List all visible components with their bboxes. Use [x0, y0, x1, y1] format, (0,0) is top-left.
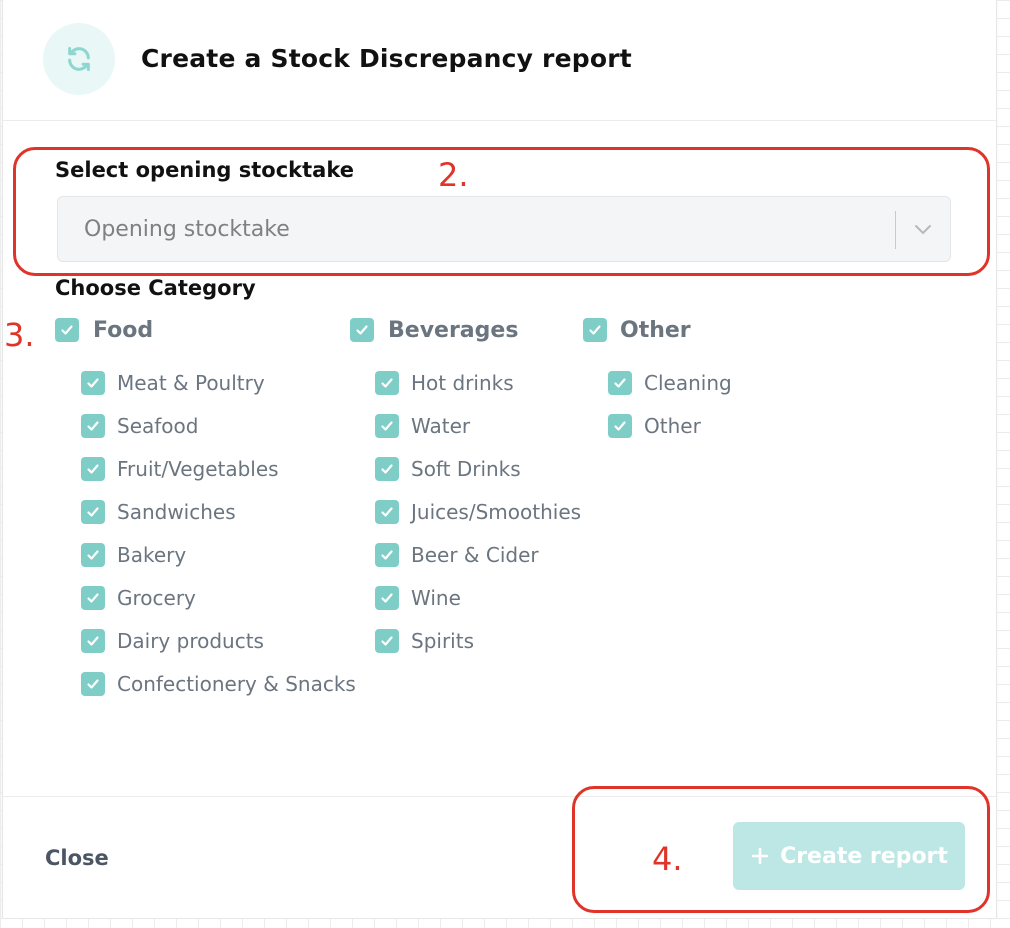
checkbox-juices-smoothies[interactable] [375, 500, 399, 524]
check-icon [614, 378, 626, 388]
check-icon [87, 421, 99, 431]
checkbox-confectionery-snacks[interactable] [81, 672, 105, 696]
annotation-step3: 3. [4, 316, 35, 354]
checkbox-cleaning[interactable] [608, 371, 632, 395]
checkbox-fruit-vegetables[interactable] [81, 457, 105, 481]
annotation-step2: 2. [438, 156, 469, 194]
check-icon [381, 378, 393, 388]
check-icon [381, 550, 393, 560]
create-report-dialog: Create a Stock Discrepancy report Select… [2, 0, 997, 918]
item-water: Water [411, 414, 471, 438]
item-soft-drinks: Soft Drinks [411, 457, 521, 481]
checkbox-bakery[interactable] [81, 543, 105, 567]
checkbox-sandwiches[interactable] [81, 500, 105, 524]
item-wine: Wine [411, 586, 461, 610]
item-beer-cider: Beer & Cider [411, 543, 539, 567]
category-other-label: Other [620, 318, 691, 343]
checkbox-seafood[interactable] [81, 414, 105, 438]
check-icon [381, 636, 393, 646]
checkbox-food[interactable] [55, 318, 79, 342]
item-spirits: Spirits [411, 629, 474, 653]
check-icon [61, 325, 73, 335]
close-button[interactable]: Close [45, 846, 109, 870]
item-fruit-vegetables: Fruit/Vegetables [117, 457, 279, 481]
check-icon [614, 421, 626, 431]
check-icon [381, 464, 393, 474]
check-icon [589, 325, 601, 335]
checkbox-dairy-products[interactable] [81, 629, 105, 653]
checkbox-soft-drinks[interactable] [375, 457, 399, 481]
item-other: Other [644, 414, 701, 438]
check-icon [356, 325, 368, 335]
checkbox-beverages[interactable] [350, 318, 374, 342]
choose-category-label: Choose Category [55, 276, 256, 300]
item-hot-drinks: Hot drinks [411, 371, 514, 395]
annotation-box-step4 [572, 786, 990, 913]
check-icon [87, 464, 99, 474]
dialog-title: Create a Stock Discrepancy report [141, 44, 632, 73]
checkbox-water[interactable] [375, 414, 399, 438]
check-icon [87, 378, 99, 388]
item-grocery: Grocery [117, 586, 196, 610]
check-icon [87, 593, 99, 603]
item-meat-poultry: Meat & Poultry [117, 371, 265, 395]
item-juices-smoothies: Juices/Smoothies [411, 500, 582, 524]
checkbox-meat-poultry[interactable] [81, 371, 105, 395]
item-seafood: Seafood [117, 414, 199, 438]
check-icon [381, 507, 393, 517]
check-icon [87, 507, 99, 517]
annotation-step4: 4. [652, 840, 683, 878]
check-icon [87, 550, 99, 560]
item-confectionery-snacks: Confectionery & Snacks [117, 672, 356, 696]
check-icon [381, 421, 393, 431]
checkbox-wine[interactable] [375, 586, 399, 610]
item-bakery: Bakery [117, 543, 187, 567]
refresh-icon [43, 23, 115, 95]
check-icon [381, 593, 393, 603]
checkbox-hot-drinks[interactable] [375, 371, 399, 395]
category-beverages-label: Beverages [388, 318, 519, 343]
item-dairy-products: Dairy products [117, 629, 264, 653]
checkbox-grocery[interactable] [81, 586, 105, 610]
checkbox-beer-cider[interactable] [375, 543, 399, 567]
checkbox-other-item[interactable] [608, 414, 632, 438]
annotation-box-step2 [13, 147, 990, 276]
check-icon [87, 679, 99, 689]
item-sandwiches: Sandwiches [117, 500, 236, 524]
item-cleaning: Cleaning [644, 371, 732, 395]
checkbox-spirits[interactable] [375, 629, 399, 653]
dialog-header: Create a Stock Discrepancy report [3, 0, 996, 121]
checkbox-other-group[interactable] [583, 318, 607, 342]
check-icon [87, 636, 99, 646]
category-food-label: Food [93, 318, 154, 343]
